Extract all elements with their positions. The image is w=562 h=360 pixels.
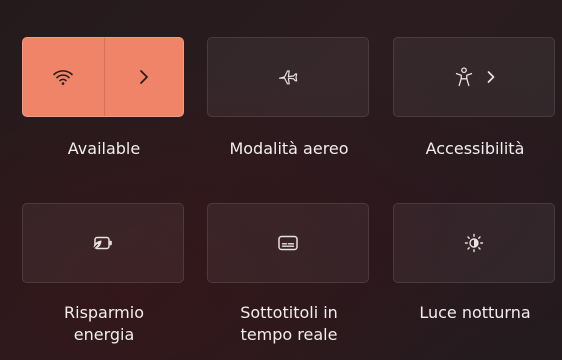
wifi-tile (22, 37, 184, 117)
quick-settings-panel: Available Modalità aereo Accessibilità R… (0, 0, 562, 360)
airplane-icon (277, 66, 299, 88)
chevron-right-icon (486, 70, 496, 84)
battery-saver-label-line2: energia (73, 325, 135, 344)
wifi-tile-label: Available (67, 139, 141, 158)
live-captions-label: Sottotitoli in tempo reale (204, 302, 374, 346)
wifi-toggle-button[interactable] (23, 38, 104, 116)
accessibility-icon (453, 66, 475, 88)
battery-saver-icon (90, 234, 116, 252)
battery-saver-label: Risparmio energia (19, 302, 189, 346)
airplane-mode-tile[interactable] (207, 37, 369, 117)
accessibility-label: Accessibilità (425, 139, 525, 158)
chevron-right-icon (138, 69, 150, 85)
airplane-mode-label: Modalità aereo (229, 139, 349, 158)
live-captions-label-line2: tempo reale (240, 325, 338, 344)
battery-saver-label-line1: Risparmio (64, 303, 144, 322)
night-light-tile[interactable] (393, 203, 555, 283)
wifi-icon (52, 68, 74, 86)
wifi-networks-button[interactable] (105, 38, 183, 116)
accessibility-tile[interactable] (393, 37, 555, 117)
live-captions-tile[interactable] (207, 203, 369, 283)
live-captions-icon (277, 234, 299, 252)
night-light-icon (463, 232, 485, 254)
live-captions-label-line1: Sottotitoli in (240, 303, 338, 322)
night-light-label: Luce notturna (419, 303, 531, 322)
battery-saver-tile[interactable] (22, 203, 184, 283)
